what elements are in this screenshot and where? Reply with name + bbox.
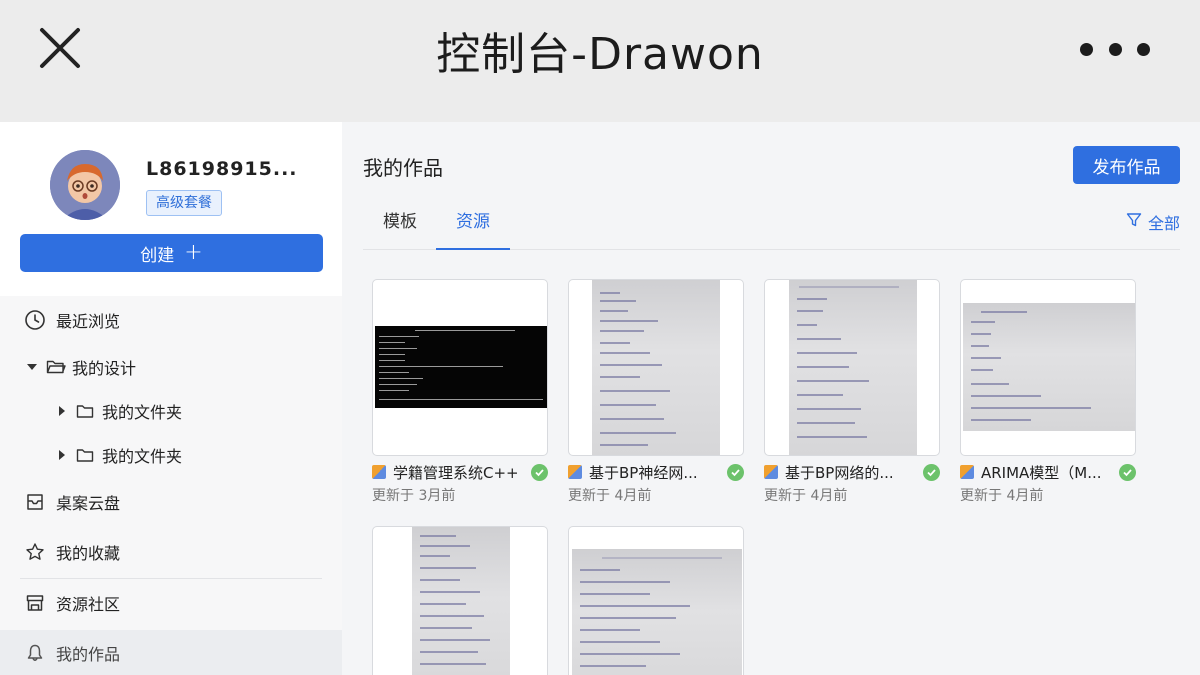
sidebar: L86198915... 高级套餐 创建 + 最近浏览 我的设计 我的文件夹 我… bbox=[0, 122, 342, 675]
work-thumbnail[interactable] bbox=[568, 526, 744, 675]
create-button[interactable]: 创建 + bbox=[20, 234, 323, 272]
sidebar-item-label: 我的收藏 bbox=[56, 544, 121, 563]
folder-open-icon bbox=[46, 358, 66, 376]
store-icon bbox=[24, 592, 46, 614]
work-thumbnail[interactable] bbox=[372, 526, 548, 675]
work-card[interactable] bbox=[372, 526, 548, 675]
work-card[interactable]: ARIMA模型（M... 更新于 4月前 bbox=[960, 279, 1136, 504]
caret-right-icon bbox=[56, 404, 70, 418]
work-title: ARIMA模型（M... bbox=[981, 463, 1102, 482]
plus-icon: + bbox=[184, 240, 203, 265]
nav-divider bbox=[20, 578, 322, 579]
work-title: 基于BP网络的... bbox=[785, 463, 894, 482]
work-title: 基于BP神经网... bbox=[589, 463, 698, 482]
sidebar-item-label: 桌案云盘 bbox=[56, 494, 121, 513]
sidebar-nav: 最近浏览 我的设计 我的文件夹 我的文件夹 桌案云盘 我的收藏 资源社区 我的作… bbox=[0, 296, 342, 675]
clock-icon bbox=[24, 309, 46, 331]
sidebar-item-label: 我的设计 bbox=[72, 359, 137, 378]
plan-badge: 高级套餐 bbox=[146, 190, 222, 216]
tab-resources[interactable]: 资源 bbox=[436, 200, 510, 250]
work-thumbnail[interactable] bbox=[568, 279, 744, 456]
file-type-icon bbox=[372, 465, 386, 479]
check-circle-icon bbox=[531, 463, 548, 481]
sidebar-item-my-designs[interactable]: 我的设计 bbox=[0, 345, 342, 389]
terminal-screenshot bbox=[375, 326, 547, 408]
sidebar-item-folder-2[interactable]: 我的文件夹 bbox=[0, 433, 342, 477]
work-thumbnail[interactable] bbox=[764, 279, 940, 456]
photo-thumbnail bbox=[412, 527, 510, 675]
work-updated: 更新于 4月前 bbox=[764, 488, 848, 504]
file-type-icon bbox=[764, 465, 778, 479]
work-card[interactable] bbox=[568, 526, 744, 675]
work-thumbnail[interactable] bbox=[372, 279, 548, 456]
tab-templates[interactable]: 模板 bbox=[383, 200, 417, 249]
more-icon[interactable] bbox=[1080, 34, 1150, 64]
folder-icon bbox=[76, 402, 96, 420]
username: L86198915... bbox=[146, 158, 298, 180]
top-bar: 控制台-Drawon bbox=[0, 0, 1200, 122]
file-type-icon bbox=[960, 465, 974, 479]
sidebar-item-label: 我的作品 bbox=[56, 645, 121, 664]
photo-thumbnail bbox=[572, 549, 742, 675]
page-title: 我的作品 bbox=[363, 156, 443, 180]
work-updated: 更新于 4月前 bbox=[568, 488, 652, 504]
sidebar-item-favorites[interactable]: 我的收藏 bbox=[0, 530, 342, 574]
filter-button[interactable]: 全部 bbox=[1126, 210, 1180, 234]
main-panel: 我的作品 发布作品 模板 资源 全部 学籍管理系统C++ 更新于 3月前 基于B… bbox=[342, 122, 1200, 675]
file-type-icon bbox=[568, 465, 582, 479]
sidebar-item-label: 最近浏览 bbox=[56, 312, 121, 331]
check-circle-icon bbox=[923, 463, 940, 481]
profile-panel: L86198915... 高级套餐 创建 + bbox=[0, 122, 342, 296]
check-circle-icon bbox=[727, 463, 744, 481]
sidebar-item-label: 资源社区 bbox=[56, 595, 121, 614]
work-updated: 更新于 3月前 bbox=[372, 488, 456, 504]
folder-icon bbox=[76, 446, 96, 464]
work-thumbnail[interactable] bbox=[960, 279, 1136, 456]
filter-label: 全部 bbox=[1147, 214, 1180, 233]
work-title: 学籍管理系统C++ bbox=[393, 463, 519, 482]
work-title-row: 基于BP神经网... bbox=[568, 461, 744, 483]
tab-bar: 模板 资源 bbox=[363, 200, 1180, 250]
publish-button[interactable]: 发布作品 bbox=[1073, 146, 1180, 184]
work-title-row: 基于BP网络的... bbox=[764, 461, 940, 483]
work-title-row: ARIMA模型（M... bbox=[960, 461, 1136, 483]
photo-thumbnail bbox=[963, 303, 1135, 431]
sidebar-item-label: 我的文件夹 bbox=[102, 447, 183, 466]
check-circle-icon bbox=[1119, 463, 1136, 481]
work-title-row: 学籍管理系统C++ bbox=[372, 461, 548, 483]
create-button-label: 创建 bbox=[140, 245, 175, 266]
window-title: 控制台-Drawon bbox=[436, 29, 764, 80]
sidebar-item-cloud[interactable]: 桌案云盘 bbox=[0, 480, 342, 524]
bell-icon bbox=[24, 642, 46, 664]
work-card[interactable]: 基于BP神经网... 更新于 4月前 bbox=[568, 279, 744, 504]
sidebar-item-my-works[interactable]: 我的作品 bbox=[0, 630, 342, 675]
sidebar-item-label: 我的文件夹 bbox=[102, 403, 183, 422]
filter-icon bbox=[1126, 212, 1142, 232]
avatar[interactable] bbox=[50, 150, 120, 220]
photo-thumbnail bbox=[789, 280, 917, 455]
star-icon bbox=[24, 541, 46, 563]
caret-right-icon bbox=[56, 448, 70, 462]
sidebar-item-recent[interactable]: 最近浏览 bbox=[0, 298, 342, 342]
sidebar-item-folder-1[interactable]: 我的文件夹 bbox=[0, 389, 342, 433]
caret-down-icon bbox=[26, 360, 40, 374]
work-updated: 更新于 4月前 bbox=[960, 488, 1044, 504]
work-card[interactable]: 基于BP网络的... 更新于 4月前 bbox=[764, 279, 940, 504]
photo-thumbnail bbox=[592, 280, 720, 455]
inbox-icon bbox=[24, 491, 46, 513]
sidebar-item-community[interactable]: 资源社区 bbox=[0, 581, 342, 625]
work-card[interactable]: 学籍管理系统C++ 更新于 3月前 bbox=[372, 279, 548, 504]
